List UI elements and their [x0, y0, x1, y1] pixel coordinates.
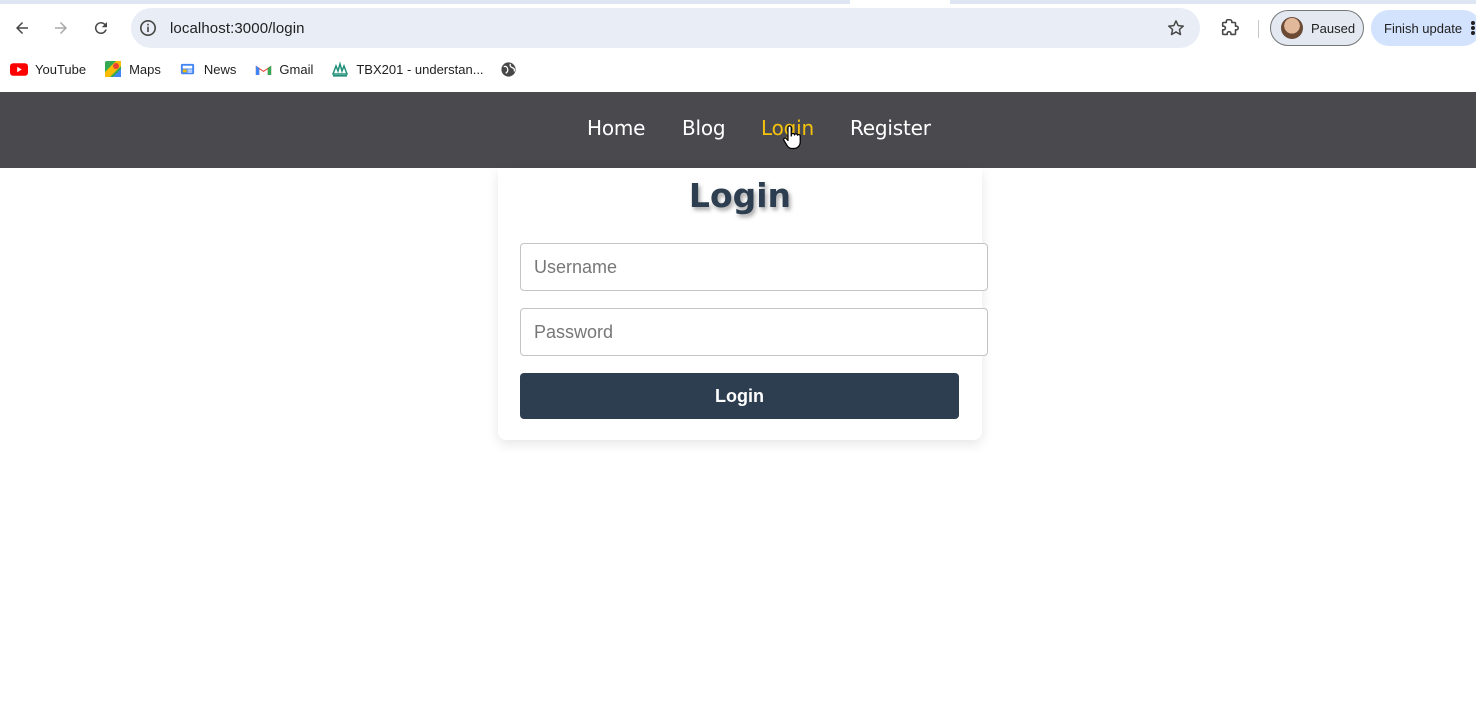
reload-icon: [94, 22, 107, 35]
menu-kebab-icon[interactable]: [1471, 21, 1475, 35]
site-navbar: Home Blog Login Register: [0, 92, 1476, 168]
password-input[interactable]: [520, 308, 988, 356]
login-card: Login Login: [498, 168, 988, 440]
profile-button[interactable]: Paused: [1270, 10, 1364, 46]
address-bar[interactable]: localhost:3000/login: [131, 8, 1200, 48]
bookmark-globe[interactable]: [500, 55, 533, 83]
site-info-icon[interactable]: [139, 19, 157, 37]
nav-link-login[interactable]: Login: [761, 116, 814, 140]
bookmark-label: News: [203, 61, 237, 77]
nav-link-blog[interactable]: Blog: [682, 116, 726, 140]
maps-icon: [104, 60, 122, 78]
bookmark-maps[interactable]: Maps: [104, 55, 169, 83]
bookmarks-bar: YouTube Maps News Gmail TBX201 - underst…: [0, 52, 1476, 86]
bookmark-news[interactable]: News: [179, 55, 245, 83]
bookmark-gmail[interactable]: Gmail: [254, 55, 321, 83]
bookmark-youtube[interactable]: YouTube: [10, 55, 94, 83]
arrow-left-icon: [16, 22, 28, 34]
finish-update-button[interactable]: Finish update: [1371, 10, 1476, 46]
gmail-icon: [254, 60, 272, 78]
browser-toolbar: localhost:3000/login Paused Finish updat…: [0, 4, 1476, 52]
nav-link-register[interactable]: Register: [850, 116, 931, 140]
extensions-puzzle-icon[interactable]: [1219, 17, 1241, 39]
avatar: [1281, 17, 1303, 39]
login-submit-button[interactable]: Login: [520, 373, 959, 419]
url-text[interactable]: localhost:3000/login: [170, 20, 305, 37]
tbx-icon: [331, 60, 349, 78]
bookmark-label: YouTube: [35, 61, 87, 77]
page-title: Login: [688, 176, 792, 215]
bookmark-tbx201[interactable]: TBX201 - understan...: [331, 55, 491, 83]
news-icon: [179, 60, 197, 78]
bookmark-label: TBX201 - understan...: [356, 61, 484, 77]
bookmark-label: Gmail: [279, 61, 314, 77]
youtube-icon: [10, 60, 28, 78]
nav-link-home[interactable]: Home: [587, 116, 645, 140]
update-label: Finish update: [1384, 20, 1463, 36]
bookmark-label: Maps: [129, 61, 161, 77]
globe-icon: [500, 60, 518, 78]
forward-button[interactable]: [47, 14, 75, 42]
arrow-right-icon: [55, 22, 67, 34]
username-input[interactable]: [520, 243, 988, 291]
bookmark-star-icon[interactable]: [1166, 18, 1186, 38]
reload-button[interactable]: [87, 14, 115, 42]
toolbar-divider: [1258, 20, 1259, 38]
back-button[interactable]: [8, 14, 36, 42]
profile-status-label: Paused: [1311, 20, 1356, 36]
